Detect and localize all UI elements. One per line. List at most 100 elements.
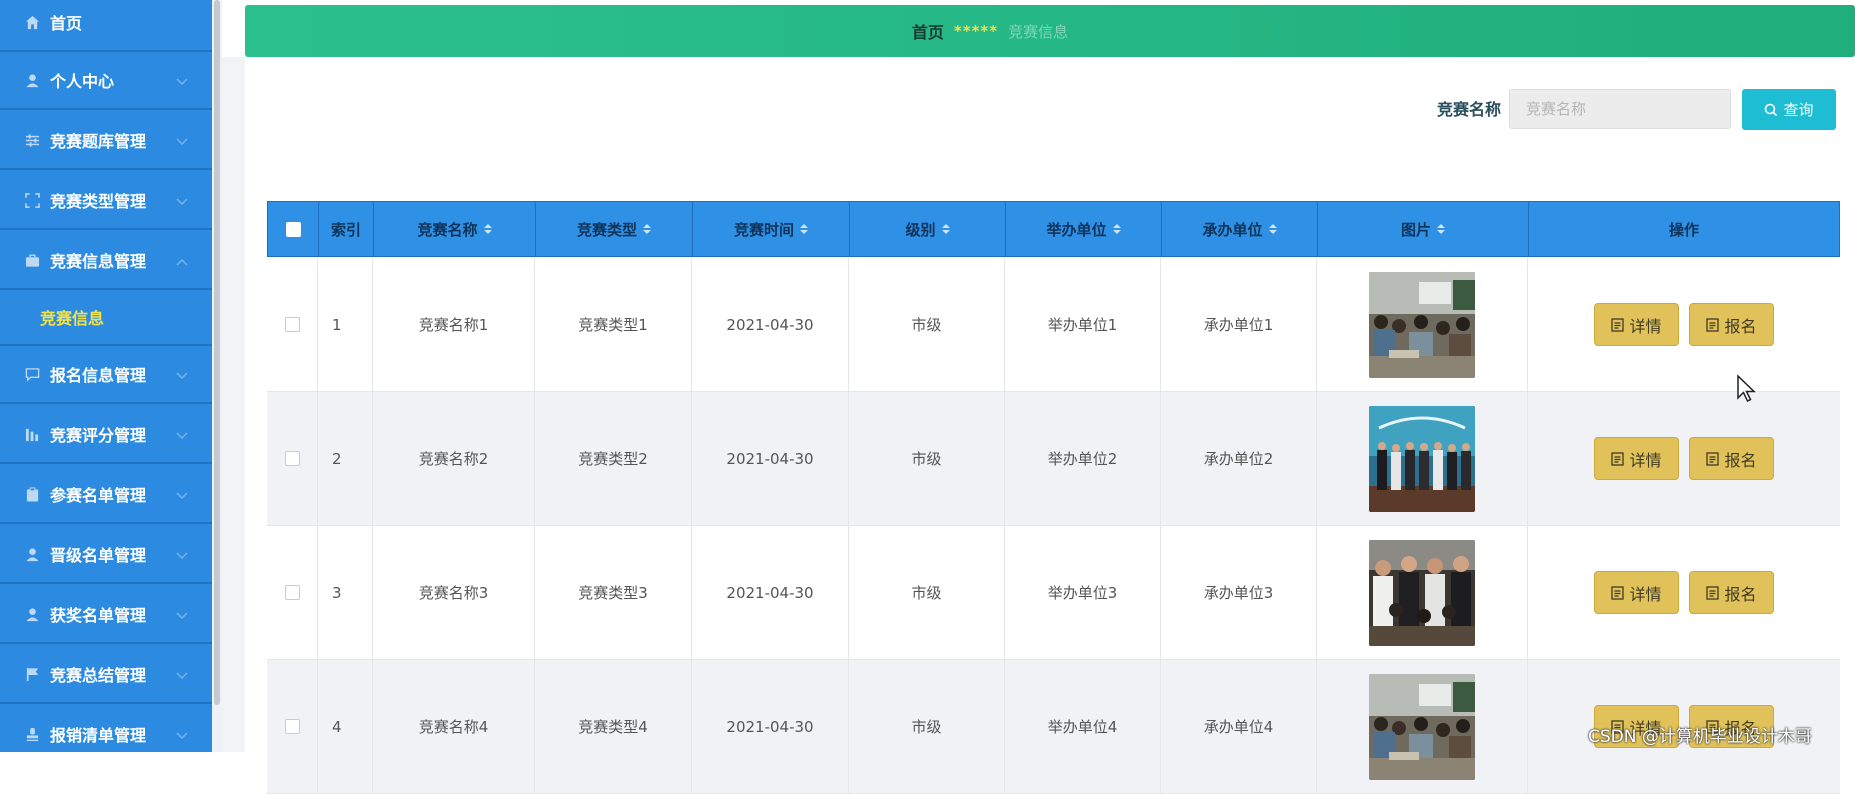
competition-photo[interactable] — [1369, 673, 1475, 780]
breadcrumb-home[interactable]: 首页 — [912, 19, 944, 43]
sidebar-item-label: 晋级名单管理 — [50, 546, 147, 565]
competition-name: 竞赛名称2 — [373, 392, 535, 525]
row-index: 4 — [318, 660, 373, 793]
detail-button[interactable]: 详情 — [1594, 437, 1679, 480]
column-header-time[interactable]: 竞赛时间 — [693, 202, 850, 256]
row-checkbox[interactable] — [284, 585, 300, 600]
sidebar-item-label: 个人中心 — [50, 72, 115, 91]
photo-cell — [1317, 526, 1528, 659]
competition-level: 市级 — [849, 526, 1005, 659]
sidebar-item-info-management[interactable]: 竞赛信息管理 — [0, 232, 212, 290]
chevron-down-icon — [176, 485, 190, 504]
search-label: 竞赛名称 — [1437, 100, 1502, 119]
chat-icon — [24, 366, 40, 382]
sidebar-item-scoring[interactable]: 竞赛评分管理 — [0, 406, 212, 464]
breadcrumb: 首页 ***** 竞赛信息 — [245, 5, 1855, 57]
column-header-host[interactable]: 举办单位 — [1006, 202, 1162, 256]
sort-icon[interactable] — [941, 224, 950, 234]
sidebar-item-question-bank[interactable]: 竞赛题库管理 — [0, 112, 212, 170]
user-icon — [24, 606, 40, 622]
stamp-icon — [24, 726, 40, 742]
sidebar-subitem-competition-info[interactable]: 竞赛信息 — [0, 290, 212, 346]
competition-time: 2021-04-30 — [692, 526, 849, 659]
select-all-checkbox[interactable] — [285, 221, 301, 237]
search-button-label: 查询 — [1783, 101, 1814, 119]
table-row: 1 竞赛名称1 竞赛类型1 2021-04-30 市级 举办单位1 承办单位1 详情 报名 — [267, 258, 1840, 392]
column-header-type[interactable]: 竞赛类型 — [536, 202, 693, 256]
sidebar-item-label: 竞赛信息管理 — [50, 252, 147, 271]
signup-button[interactable]: 报名 — [1689, 437, 1774, 480]
chevron-down-icon — [176, 71, 190, 90]
detail-button[interactable]: 详情 — [1594, 303, 1679, 346]
table-row: 2 竞赛名称2 竞赛类型2 2021-04-30 市级 举办单位2 承办单位2 详情 报名 — [267, 392, 1840, 526]
competition-time: 2021-04-30 — [692, 258, 849, 391]
chevron-down-icon — [176, 725, 190, 744]
sidebar-item-personal-center[interactable]: 个人中心 — [0, 52, 212, 110]
row-index: 1 — [318, 258, 373, 391]
row-select-cell — [267, 660, 318, 793]
competition-type: 竞赛类型1 — [535, 258, 692, 391]
actions-cell: 详情 报名 — [1528, 392, 1840, 525]
sidebar-item-label: 参赛名单管理 — [50, 486, 147, 505]
host-unit: 举办单位3 — [1005, 526, 1161, 659]
photo-cell — [1317, 258, 1528, 391]
competition-photo[interactable] — [1369, 539, 1475, 646]
sidebar-item-type-management[interactable]: 竞赛类型管理 — [0, 172, 212, 230]
host-unit: 举办单位4 — [1005, 660, 1161, 793]
search-button[interactable]: 查询 — [1742, 89, 1836, 130]
row-index: 3 — [318, 526, 373, 659]
chevron-down-icon — [176, 545, 190, 564]
sort-icon[interactable] — [800, 224, 808, 234]
sort-icon[interactable] — [1268, 224, 1277, 234]
sidebar-item-promotion-list[interactable]: 晋级名单管理 — [0, 526, 212, 584]
chevron-down-icon — [176, 605, 190, 624]
sidebar-item-award-list[interactable]: 获奖名单管理 — [0, 586, 212, 644]
row-checkbox[interactable] — [284, 719, 300, 734]
search-input[interactable] — [1509, 89, 1731, 129]
signup-button-label: 报名 — [1724, 450, 1757, 470]
sliders-icon — [24, 132, 40, 148]
document-icon — [1611, 451, 1625, 466]
photo-cell — [1317, 660, 1528, 793]
sidebar-item-label: 竞赛类型管理 — [50, 192, 147, 211]
watermark: CSDN @计算机毕业设计木哥 — [1588, 727, 1812, 747]
detail-button-label: 详情 — [1629, 316, 1662, 336]
sort-icon[interactable] — [643, 224, 651, 234]
detail-button-label: 详情 — [1629, 584, 1662, 604]
signup-button-label: 报名 — [1724, 584, 1757, 604]
sidebar-item-home[interactable]: 首页 — [0, 0, 212, 52]
sidebar-scrollbar-thumb[interactable] — [214, 0, 220, 705]
actions-cell: 详情 报名 — [1528, 526, 1840, 659]
document-icon — [1611, 317, 1625, 332]
organizer-unit: 承办单位1 — [1161, 258, 1317, 391]
competition-photo[interactable] — [1369, 405, 1475, 512]
column-header-photo[interactable]: 图片 — [1318, 202, 1529, 256]
column-header-organizer[interactable]: 承办单位 — [1162, 202, 1318, 256]
document-icon — [1706, 585, 1720, 600]
competition-level: 市级 — [849, 258, 1005, 391]
competition-name: 竞赛名称1 — [373, 258, 535, 391]
sidebar-subitem-label: 竞赛信息 — [40, 309, 105, 328]
sort-icon[interactable] — [1112, 224, 1121, 234]
photo-cell — [1317, 392, 1528, 525]
chevron-up-icon — [176, 251, 190, 270]
row-checkbox[interactable] — [284, 317, 300, 332]
sidebar-item-participants[interactable]: 参赛名单管理 — [0, 466, 212, 524]
competition-photo[interactable] — [1369, 271, 1475, 378]
signup-button[interactable]: 报名 — [1689, 303, 1774, 346]
sidebar-item-label: 报销清单管理 — [50, 726, 147, 745]
signup-button[interactable]: 报名 — [1689, 571, 1774, 614]
sort-icon[interactable] — [1437, 224, 1445, 234]
column-header-name[interactable]: 竞赛名称 — [374, 202, 536, 256]
row-checkbox[interactable] — [284, 451, 300, 466]
sidebar-item-summary[interactable]: 竞赛总结管理 — [0, 646, 212, 704]
detail-button[interactable]: 详情 — [1594, 571, 1679, 614]
sort-icon[interactable] — [483, 224, 492, 234]
mouse-cursor-icon — [1737, 374, 1756, 403]
sidebar-item-registration[interactable]: 报名信息管理 — [0, 346, 212, 404]
row-select-cell — [267, 526, 318, 659]
sidebar-item-label: 竞赛题库管理 — [50, 132, 147, 151]
sidebar-item-label: 首页 — [50, 14, 83, 33]
column-header-level[interactable]: 级别 — [850, 202, 1006, 256]
sidebar-item-reimbursement[interactable]: 报销清单管理 — [0, 706, 212, 752]
